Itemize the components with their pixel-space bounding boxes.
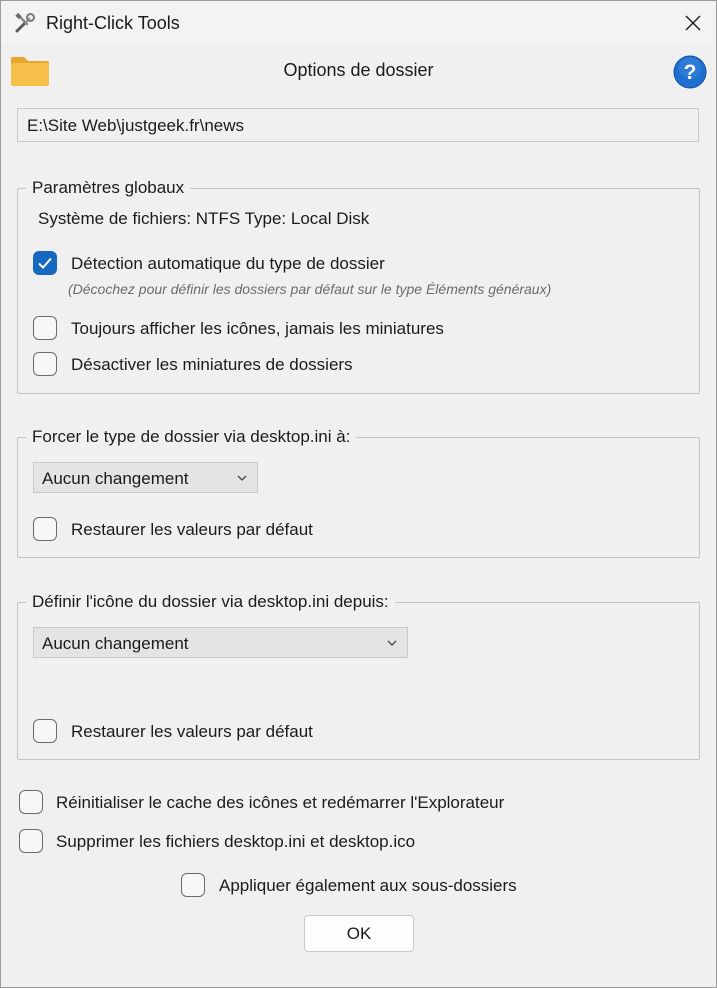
icon-source-value: Aucun changement: [42, 634, 189, 653]
auto-detect-checkbox[interactable]: [33, 251, 57, 275]
global-settings-legend: Paramètres globaux: [32, 178, 185, 197]
title-bar: Right-Click Tools: [1, 1, 716, 45]
force-type-restore-checkbox[interactable]: [33, 517, 57, 541]
auto-detect-label[interactable]: Détection automatique du type de dossier: [71, 254, 385, 274]
icon-restore-label[interactable]: Restaurer les valeurs par défaut: [71, 722, 313, 742]
force-type-legend: Forcer le type de dossier via desktop.in…: [32, 427, 351, 446]
icon-restore-checkbox[interactable]: [33, 719, 57, 743]
ok-button[interactable]: OK: [304, 915, 414, 952]
folder-type-select[interactable]: Aucun changement: [33, 462, 258, 493]
help-icon[interactable]: ?: [673, 55, 707, 89]
svg-text:?: ?: [684, 61, 697, 84]
disable-thumbnails-checkbox[interactable]: [33, 352, 57, 376]
close-button[interactable]: [670, 1, 716, 45]
chevron-down-icon: [387, 640, 397, 646]
chevron-down-icon: [237, 475, 247, 481]
window-title: Right-Click Tools: [46, 13, 180, 33]
dialog-title: Options de dossier: [283, 60, 434, 80]
apply-subfolders-label[interactable]: Appliquer également aux sous-dossiers: [219, 876, 517, 896]
delete-files-checkbox[interactable]: [19, 829, 43, 853]
close-icon: [685, 15, 701, 31]
folder-type-value: Aucun changement: [42, 469, 189, 488]
checkmark-icon: [38, 257, 52, 269]
apply-subfolders-checkbox[interactable]: [181, 873, 205, 897]
auto-detect-hint: (Décochez pour définir les dossiers par …: [68, 281, 552, 297]
icon-source-select[interactable]: Aucun changement: [33, 627, 408, 658]
force-type-restore-label[interactable]: Restaurer les valeurs par défaut: [71, 520, 313, 540]
folder-icon-legend: Définir l'icône du dossier via desktop.i…: [32, 592, 389, 611]
folder-path-field[interactable]: E:\Site Web\justgeek.fr\news: [17, 108, 699, 142]
always-icons-checkbox[interactable]: [33, 316, 57, 340]
dialog-window: Right-Click Tools Options de dossier ? E…: [0, 0, 717, 988]
tools-icon: [15, 12, 35, 33]
disable-thumbnails-label[interactable]: Désactiver les miniatures de dossiers: [71, 355, 353, 375]
delete-files-label[interactable]: Supprimer les fichiers desktop.ini et de…: [56, 832, 415, 852]
reset-cache-label[interactable]: Réinitialiser le cache des icônes et red…: [56, 793, 504, 813]
always-icons-label[interactable]: Toujours afficher les icônes, jamais les…: [71, 319, 444, 339]
reset-cache-checkbox[interactable]: [19, 790, 43, 814]
filesystem-info: Système de fichiers: NTFS Type: Local Di…: [38, 209, 370, 228]
